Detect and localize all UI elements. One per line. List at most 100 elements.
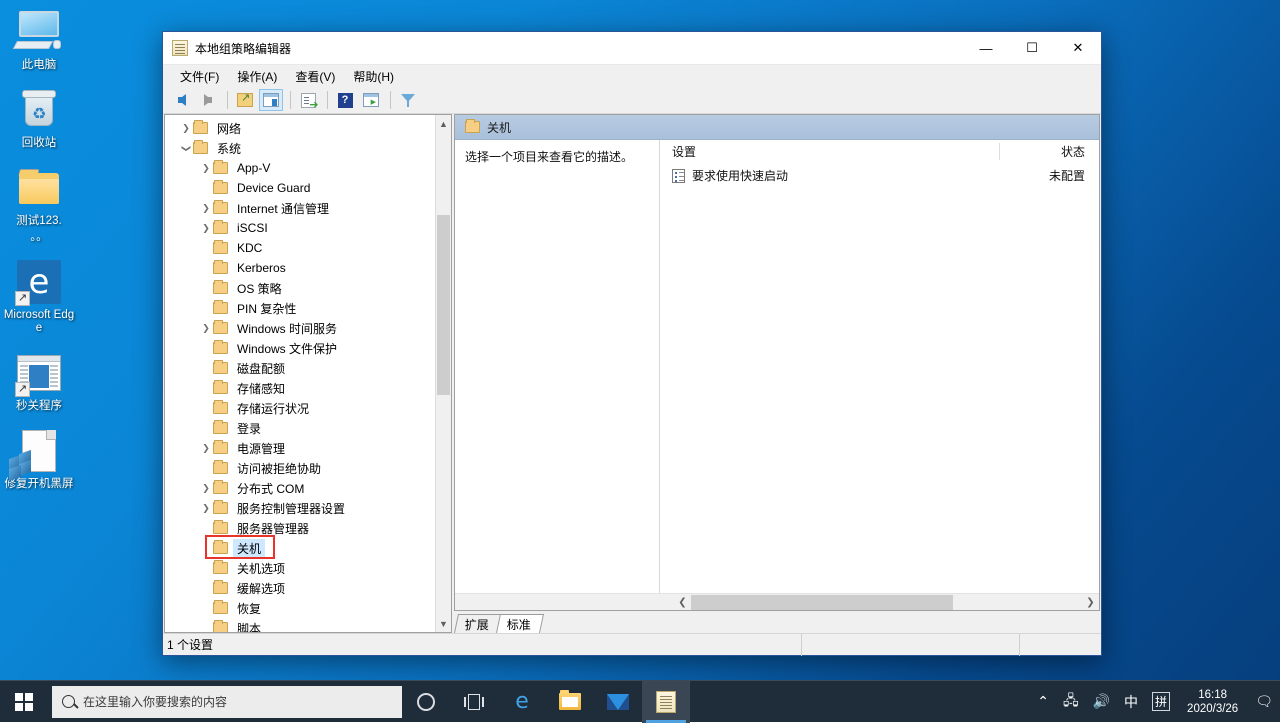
edge-icon: e ↗ xyxy=(15,258,63,306)
settings-list-row[interactable]: 要求使用快速启动 未配置 xyxy=(660,164,1099,187)
arrow-right-icon xyxy=(204,94,212,106)
window-title-bar[interactable]: 本地组策略编辑器 — ☐ ✕ xyxy=(163,32,1101,65)
toolbar-separator xyxy=(227,91,228,109)
taskbar-group-policy-editor-button[interactable] xyxy=(642,681,690,723)
window-controls: — ☐ ✕ xyxy=(963,32,1101,65)
desktop-icon-test123[interactable]: 测试123. 。。 xyxy=(0,164,78,244)
tree-item[interactable]: 存储运行状况 xyxy=(165,398,435,418)
chevron-right-icon[interactable]: ❯ xyxy=(199,203,213,214)
ime-language-indicator[interactable]: 中 xyxy=(1117,681,1145,723)
tree-item[interactable]: ❯分布式 COM xyxy=(165,478,435,498)
tree-item[interactable]: KDC xyxy=(165,238,435,258)
menu-action[interactable]: 操作(A) xyxy=(228,66,286,87)
tree-vertical-scrollbar[interactable]: ▲ ▼ xyxy=(435,115,451,632)
help-button[interactable]: ? xyxy=(333,89,357,111)
settings-horizontal-scrollbar[interactable]: ❮ ❯ xyxy=(455,593,1099,610)
tree-item[interactable]: 存储感知 xyxy=(165,378,435,398)
tree-item[interactable]: 恢复 xyxy=(165,598,435,618)
back-button[interactable] xyxy=(170,89,194,111)
show-hide-tree-button[interactable] xyxy=(259,89,283,111)
chevron-right-icon[interactable]: ❯ xyxy=(199,503,213,514)
tree-item[interactable]: ❯Internet 通信管理 xyxy=(165,198,435,218)
tray-chevron-icon[interactable]: ⌃ xyxy=(1030,681,1056,723)
chevron-right-icon[interactable]: ❯ xyxy=(199,323,213,334)
chevron-down-icon[interactable]: ❯ xyxy=(181,141,192,155)
tree-item[interactable]: Kerberos xyxy=(165,258,435,278)
maximize-button[interactable]: ☐ xyxy=(1009,32,1055,65)
tree-item[interactable]: ❯电源管理 xyxy=(165,438,435,458)
forward-button[interactable] xyxy=(196,89,220,111)
tree-item[interactable]: 缓解选项 xyxy=(165,578,435,598)
scroll-left-button[interactable]: ❮ xyxy=(674,597,691,608)
volume-icon[interactable]: 🔊 xyxy=(1086,681,1117,723)
tree-item[interactable]: 访问被拒绝协助 xyxy=(165,458,435,478)
tree-item[interactable]: ❯ 系统 xyxy=(165,138,435,158)
tree-item[interactable]: ❯App-V xyxy=(165,158,435,178)
cortana-button[interactable] xyxy=(402,681,450,723)
chevron-right-icon[interactable]: ❯ xyxy=(179,123,193,134)
taskbar-mail-button[interactable] xyxy=(594,681,642,723)
scroll-right-button[interactable]: ❯ xyxy=(1082,597,1099,608)
desktop-icon-fix-black-screen[interactable]: 修复开机黑屏 xyxy=(0,427,78,491)
tree-item[interactable]: ❯ 服务控制管理器设置 xyxy=(165,498,435,518)
menu-file[interactable]: 文件(F) xyxy=(171,66,228,87)
menu-view[interactable]: 查看(V) xyxy=(286,66,344,87)
run-button[interactable] xyxy=(359,89,383,111)
tree-item-label: 服务控制管理器设置 xyxy=(233,499,349,518)
search-input[interactable]: 在这里输入你要搜索的内容 xyxy=(52,686,402,718)
tree-item[interactable]: PIN 复杂性 xyxy=(165,298,435,318)
desktop-icon-this-pc[interactable]: 此电脑 xyxy=(0,8,78,72)
hscroll-track[interactable] xyxy=(691,594,1082,611)
action-center-button[interactable]: 🗨 xyxy=(1248,681,1280,723)
chevron-right-icon[interactable]: ❯ xyxy=(199,163,213,174)
network-icon[interactable]: 🖧 xyxy=(1056,681,1086,723)
tab-extended[interactable]: 扩展 xyxy=(454,614,502,633)
task-view-button[interactable] xyxy=(450,681,498,723)
scrollbar-thumb[interactable] xyxy=(437,215,450,395)
settings-panel-header: 关机 xyxy=(455,115,1099,140)
desktop-icon-microsoft-edge[interactable]: e ↗ Microsoft Edge xyxy=(0,258,78,335)
taskbar-edge-button[interactable]: e xyxy=(498,681,546,723)
chevron-right-icon[interactable]: ❯ xyxy=(199,483,213,494)
minimize-button[interactable]: — xyxy=(963,32,1009,65)
desktop-icon-recycle-bin[interactable]: ♻ 回收站 xyxy=(0,86,78,150)
ime-pinyin-indicator[interactable]: 拼 xyxy=(1145,681,1177,723)
folder-icon xyxy=(213,242,228,254)
computer-icon xyxy=(15,8,63,56)
close-button[interactable]: ✕ xyxy=(1055,32,1101,65)
taskbar-file-explorer-button[interactable] xyxy=(546,681,594,723)
tree-item[interactable]: 登录 xyxy=(165,418,435,438)
filter-icon xyxy=(401,93,415,107)
menu-help[interactable]: 帮助(H) xyxy=(344,66,403,87)
export-list-button[interactable] xyxy=(296,89,320,111)
tree-pane[interactable]: ❯网络❯系统❯App-VDevice Guard❯Internet 通信管理❯i… xyxy=(164,114,452,633)
tree-item[interactable]: 脚本 xyxy=(165,618,435,632)
folder-icon xyxy=(213,182,228,194)
filter-button[interactable] xyxy=(396,89,420,111)
up-one-level-button[interactable] xyxy=(233,89,257,111)
toolbar-separator xyxy=(390,91,391,109)
tree-item[interactable]: 磁盘配额 xyxy=(165,358,435,378)
status-panel-3 xyxy=(1019,634,1101,656)
tree-item[interactable]: ❯Windows 时间服务 xyxy=(165,318,435,338)
chevron-right-icon[interactable]: ❯ xyxy=(199,443,213,454)
tab-standard[interactable]: 标准 xyxy=(496,614,544,633)
tree-item[interactable]: ❯iSCSI xyxy=(165,218,435,238)
scroll-down-button[interactable]: ▼ xyxy=(436,615,451,632)
column-header-state[interactable]: 状态 xyxy=(999,143,1099,160)
scroll-up-button[interactable]: ▲ xyxy=(436,115,451,132)
clock[interactable]: 16:18 2020/3/26 xyxy=(1177,688,1248,716)
chevron-right-icon[interactable]: ❯ xyxy=(199,223,213,234)
hscroll-thumb[interactable] xyxy=(691,595,953,610)
tree-item[interactable]: 关机选项 xyxy=(165,558,435,578)
column-header-setting[interactable]: 设置 xyxy=(660,143,999,160)
desktop-icon-quick-shutdown[interactable]: ↗ 秒关程序 xyxy=(0,349,78,413)
tree-item[interactable]: Windows 文件保护 xyxy=(165,338,435,358)
tree-item[interactable]: OS 策略 xyxy=(165,278,435,298)
status-panel-2 xyxy=(801,634,1019,656)
tree-item[interactable]: Device Guard xyxy=(165,178,435,198)
settings-list[interactable]: 设置 状态 要求使用快速启动 未配置 xyxy=(660,140,1099,593)
tree-item-label: 系统 xyxy=(213,139,245,158)
tree-item[interactable]: ❯网络 xyxy=(165,118,435,138)
start-button[interactable] xyxy=(0,681,48,723)
